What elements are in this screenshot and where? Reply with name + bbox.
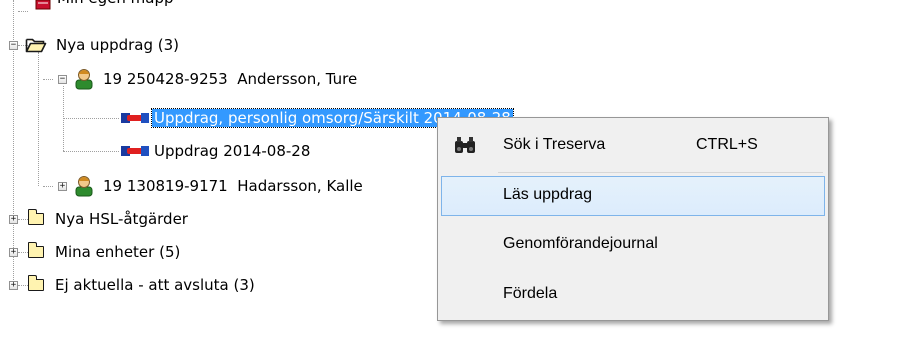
tree-item-label: 19 250428-9253 Andersson, Ture [103, 70, 358, 88]
menu-item-fordela[interactable]: Fördela [441, 275, 825, 315]
collapse-toggle[interactable]: − [58, 75, 67, 84]
tree-line [63, 151, 119, 152]
tree-item-label: Nya uppdrag (3) [56, 36, 180, 54]
menu-item-label: Sök i Treserva [503, 136, 606, 153]
menu-item-label: Fördela [503, 285, 558, 302]
tree-line [18, 219, 28, 220]
expand-toggle[interactable]: + [9, 281, 18, 290]
expand-toggle[interactable]: + [58, 182, 67, 191]
tree-item-label: Nya HSL-åtgärder [55, 210, 188, 228]
tree-item-label: 19 130819-9171 Hadarsson, Kalle [103, 177, 363, 195]
menu-separator [498, 172, 823, 173]
folder-icon [27, 209, 44, 225]
assignment-icon [121, 146, 149, 156]
menu-item-label: Genomförandejournal [503, 235, 658, 252]
menu-item-genomforandejournal[interactable]: Genomförandejournal [441, 225, 825, 265]
tree-item-label: Mina enheter (5) [55, 243, 181, 261]
collapse-toggle[interactable]: − [9, 41, 18, 50]
tree-line [43, 79, 53, 80]
expand-toggle[interactable]: + [9, 215, 18, 224]
tree-item-label: Uppdrag 2014-08-28 [154, 142, 311, 160]
menu-item-sok-i-treserva[interactable]: Sök i Treserva CTRL+S [441, 126, 825, 166]
expand-toggle[interactable]: + [9, 248, 18, 257]
person-icon [75, 69, 93, 90]
tree-item-label: Ej aktuella - att avsluta (3) [55, 276, 255, 294]
tree-line [63, 118, 119, 119]
binoculars-icon [455, 137, 475, 153]
tree-line [18, 285, 28, 286]
open-folder-icon [25, 38, 47, 53]
tree-line [38, 52, 39, 186]
context-menu: Sök i Treserva CTRL+S Läs uppdrag Genomf… [437, 117, 829, 321]
menu-item-label: Läs uppdrag [503, 186, 592, 203]
assignment-icon [121, 113, 149, 123]
tree-item-label: Min egen mapp [57, 0, 173, 9]
person-icon [75, 176, 93, 197]
folder-icon [27, 242, 44, 258]
mailbox-folder-icon [35, 0, 51, 10]
menu-item-shortcut: CTRL+S [696, 136, 758, 153]
menu-item-las-uppdrag[interactable]: Läs uppdrag [441, 176, 825, 216]
tree-line [43, 186, 53, 187]
tree-line [18, 11, 28, 12]
folder-icon [27, 275, 44, 291]
tree-line [18, 252, 28, 253]
